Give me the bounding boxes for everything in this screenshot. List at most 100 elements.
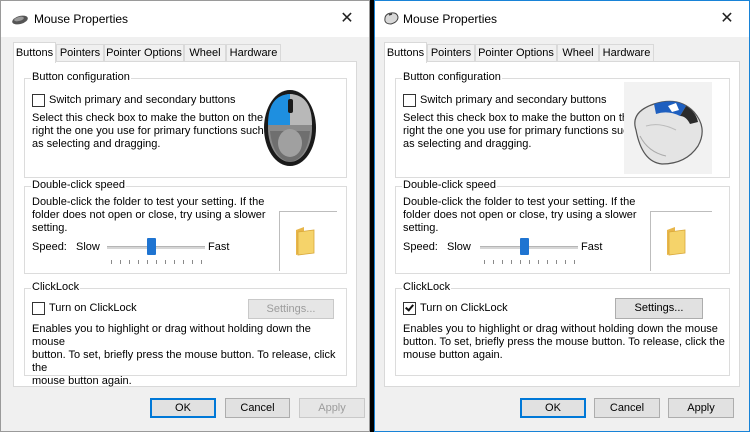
slider-tick bbox=[547, 260, 548, 264]
slider-tick bbox=[574, 260, 575, 264]
slider-ticks bbox=[111, 260, 202, 265]
ok-button[interactable]: OK bbox=[150, 398, 216, 418]
clicklock-group: ClickLock Turn on ClickLock Settings... … bbox=[395, 281, 730, 376]
folder-icon[interactable] bbox=[294, 226, 316, 256]
mouse-app-icon bbox=[12, 15, 28, 25]
group-label: Button configuration bbox=[31, 71, 131, 83]
slider-tick bbox=[511, 260, 512, 264]
slider-tick bbox=[183, 260, 184, 264]
buttons-tab-panel: Button configuration Switch primary and … bbox=[384, 61, 740, 387]
checkbox-label: Switch primary and secondary buttons bbox=[420, 94, 607, 106]
button-configuration-group: Button configuration Switch primary and … bbox=[24, 71, 347, 178]
folder-test-area[interactable] bbox=[650, 211, 712, 271]
description-line: button. To set, briefly press the mouse … bbox=[32, 349, 336, 374]
switch-buttons-checkbox[interactable]: Switch primary and secondary buttons bbox=[403, 93, 606, 107]
close-icon: ✕ bbox=[720, 10, 734, 27]
close-button[interactable]: ✕ bbox=[705, 1, 749, 37]
description-line: folder does not open or close, try using… bbox=[403, 209, 637, 221]
tab-wheel[interactable]: Wheel bbox=[184, 44, 226, 62]
speed-slider-thumb[interactable] bbox=[147, 238, 157, 255]
fast-label: Fast bbox=[581, 241, 603, 253]
speed-label: Speed: bbox=[32, 241, 67, 253]
mouse-image-modern bbox=[264, 90, 316, 166]
title-bar: Mouse Properties ✕ bbox=[1, 1, 369, 37]
group-label: Double-click speed bbox=[31, 179, 126, 191]
description-line: right the one you use for primary functi… bbox=[403, 125, 635, 137]
speed-slider-thumb[interactable] bbox=[520, 238, 530, 255]
ok-button[interactable]: OK bbox=[520, 398, 586, 418]
clicklock-checkbox[interactable]: Turn on ClickLock bbox=[32, 301, 137, 315]
clicklock-description: Enables you to highlight or drag without… bbox=[32, 323, 346, 388]
mouse-properties-window-left: Mouse Properties ✕ Buttons Pointers Poin… bbox=[0, 0, 370, 432]
checkbox-box[interactable] bbox=[403, 93, 416, 107]
tab-hardware[interactable]: Hardware bbox=[599, 44, 654, 62]
slow-label: Slow bbox=[76, 241, 100, 253]
checkbox-label: Switch primary and secondary buttons bbox=[49, 94, 236, 106]
cancel-button[interactable]: Cancel bbox=[225, 398, 290, 418]
switch-buttons-checkbox[interactable]: Switch primary and secondary buttons bbox=[32, 93, 235, 107]
clicklock-checkbox[interactable]: Turn on ClickLock bbox=[403, 301, 508, 315]
window-title: Mouse Properties bbox=[403, 12, 498, 26]
tab-pointers[interactable]: Pointers bbox=[427, 44, 475, 62]
slider-tick bbox=[165, 260, 166, 264]
slider-tick bbox=[484, 260, 485, 264]
double-click-description: Double-click the folder to test your set… bbox=[403, 196, 637, 235]
checkbox-box[interactable] bbox=[32, 301, 45, 315]
tab-pointer-options[interactable]: Pointer Options bbox=[475, 44, 557, 62]
cancel-button[interactable]: Cancel bbox=[594, 398, 660, 418]
mouse-image-classic bbox=[624, 82, 712, 174]
checkbox-label: Turn on ClickLock bbox=[420, 302, 508, 314]
close-button[interactable]: ✕ bbox=[325, 1, 369, 37]
description-line: mouse button again. bbox=[32, 375, 132, 387]
description-line: Select this check box to make the button… bbox=[32, 112, 264, 124]
slider-ticks bbox=[484, 260, 575, 265]
apply-button[interactable]: Apply bbox=[299, 398, 365, 418]
mouse-properties-window-right: Mouse Properties ✕ Buttons Pointers Poin… bbox=[374, 0, 750, 432]
description-line: as selecting and dragging. bbox=[403, 138, 532, 150]
double-click-description: Double-click the folder to test your set… bbox=[32, 196, 266, 235]
group-label: Button configuration bbox=[402, 71, 502, 83]
tab-pointer-options[interactable]: Pointer Options bbox=[104, 44, 184, 62]
slider-tick bbox=[520, 260, 521, 264]
description-line: folder does not open or close, try using… bbox=[32, 209, 266, 221]
folder-test-area[interactable] bbox=[279, 211, 337, 271]
slider-tick bbox=[129, 260, 130, 264]
slider-tick bbox=[493, 260, 494, 264]
slider-tick bbox=[529, 260, 530, 264]
checkbox-box[interactable] bbox=[403, 301, 416, 315]
button-configuration-group: Button configuration Switch primary and … bbox=[395, 71, 730, 178]
close-icon: ✕ bbox=[340, 10, 354, 27]
slider-tick bbox=[556, 260, 557, 264]
buttons-tab-panel: Button configuration Switch primary and … bbox=[13, 61, 357, 387]
group-label: ClickLock bbox=[31, 281, 81, 293]
tab-buttons[interactable]: Buttons bbox=[13, 42, 56, 63]
slider-tick bbox=[138, 260, 139, 264]
description-line: right the one you use for primary functi… bbox=[32, 125, 264, 137]
folder-icon[interactable] bbox=[665, 226, 687, 256]
fast-label: Fast bbox=[208, 241, 230, 253]
clicklock-settings-button[interactable]: Settings... bbox=[615, 298, 703, 319]
slider-tick bbox=[111, 260, 112, 264]
slider-tick bbox=[201, 260, 202, 264]
window-title: Mouse Properties bbox=[34, 12, 129, 26]
slider-tick bbox=[156, 260, 157, 264]
description-line: button. To set, briefly press the mouse … bbox=[403, 336, 725, 348]
checkbox-box[interactable] bbox=[32, 93, 45, 107]
group-label: ClickLock bbox=[402, 281, 452, 293]
slider-tick bbox=[120, 260, 121, 264]
slider-tick bbox=[502, 260, 503, 264]
clicklock-settings-button[interactable]: Settings... bbox=[248, 299, 334, 319]
description-line: as selecting and dragging. bbox=[32, 138, 161, 150]
speed-label: Speed: bbox=[403, 241, 438, 253]
description-line: Enables you to highlight or drag without… bbox=[32, 323, 311, 348]
checkbox-label: Turn on ClickLock bbox=[49, 302, 137, 314]
tab-hardware[interactable]: Hardware bbox=[226, 44, 281, 62]
tab-buttons[interactable]: Buttons bbox=[384, 42, 427, 63]
tab-pointers[interactable]: Pointers bbox=[56, 44, 104, 62]
apply-button[interactable]: Apply bbox=[668, 398, 734, 418]
checkmark-icon bbox=[405, 301, 414, 312]
tab-wheel[interactable]: Wheel bbox=[557, 44, 599, 62]
title-bar: Mouse Properties ✕ bbox=[375, 1, 749, 37]
description-line: Double-click the folder to test your set… bbox=[403, 196, 636, 208]
button-config-description: Select this check box to make the button… bbox=[32, 112, 264, 151]
